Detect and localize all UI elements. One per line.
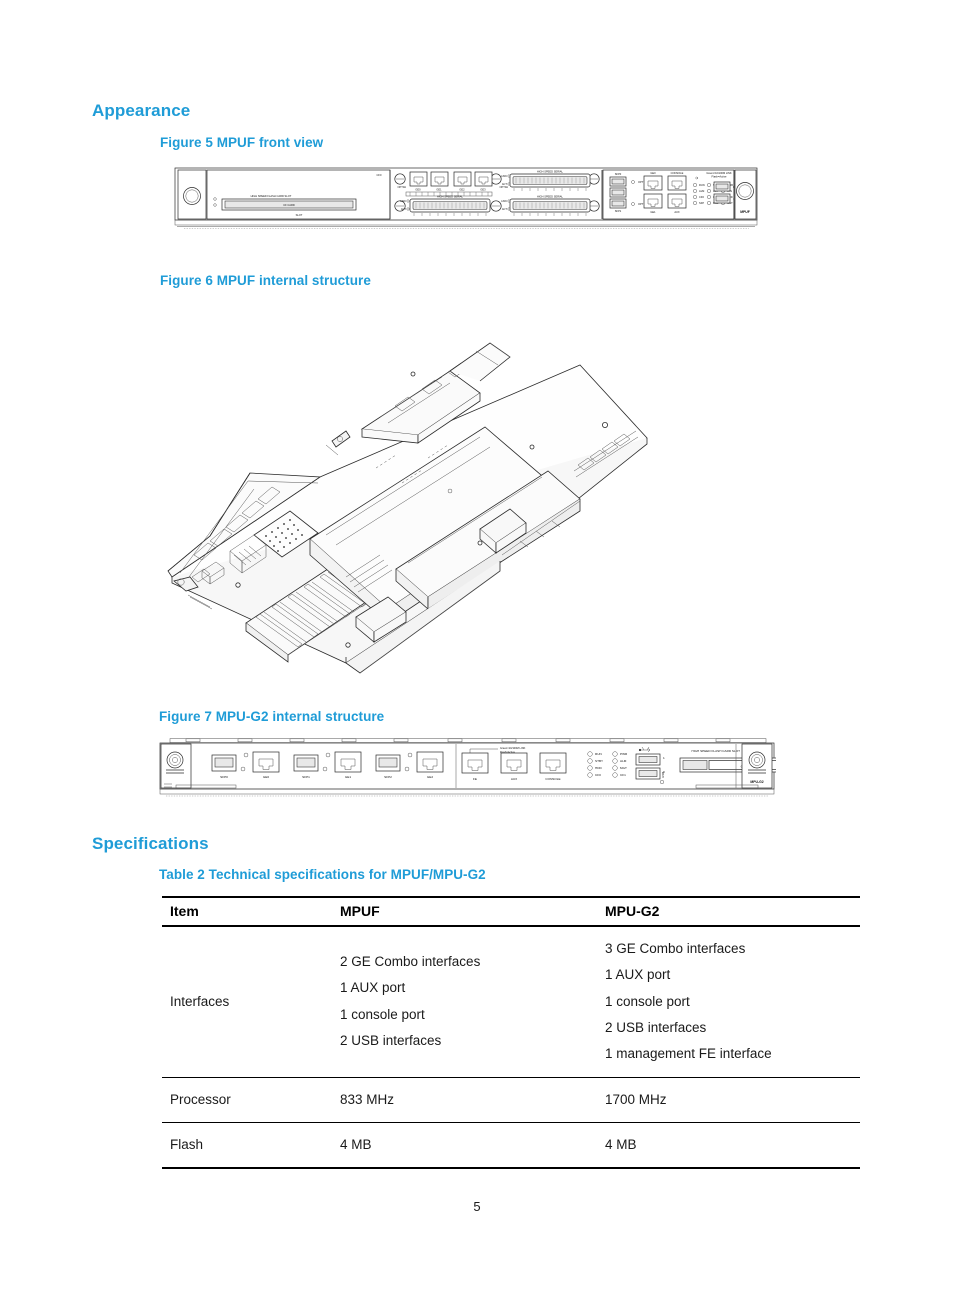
svg-text:PWR: PWR (620, 752, 628, 756)
svg-text:GE2: GE2 (459, 188, 465, 192)
column-header-mpuf: MPUF (332, 896, 597, 927)
figure-7-board-label: MPU-G2 (750, 780, 763, 784)
figure-6-caption: Figure 6 MPUF internal structure (160, 273, 371, 288)
row-label-interfaces: Interfaces (162, 926, 332, 1078)
svg-text:CF0: CF0 (699, 195, 704, 199)
svg-text:HIGH SPEED FLASH CARD SLOT: HIGH SPEED FLASH CARD SLOT (251, 194, 292, 198)
list-item: 1 console port (605, 993, 690, 1009)
svg-text:CF0: CF0 (377, 173, 382, 177)
svg-text:GE1: GE1 (436, 188, 442, 192)
svg-text:SFP1: SFP1 (615, 209, 622, 213)
svg-text:SFP0: SFP0 (615, 172, 622, 176)
mpug2-front-view-drawing: SFP0 GE0 SFP1 GE1 SFP2 GE2 Green=10/100M… (159, 738, 776, 797)
svg-text:Green=10/100M LINK: Green=10/100M LINK (500, 746, 526, 750)
svg-text:ALM: ALM (699, 189, 704, 193)
svg-text:CONSOLE: CONSOLE (671, 171, 684, 175)
svg-text:LINK: LINK (501, 199, 507, 203)
table-row: Flash 4 MB 4 MB (162, 1122, 860, 1170)
svg-text:ACT: ACT (502, 207, 508, 211)
row-label-processor: Processor (162, 1077, 332, 1123)
row-label-flash: Flash (162, 1122, 332, 1170)
table-header-row: Item MPUF MPU-G2 (162, 896, 860, 927)
svg-text:AUX: AUX (511, 777, 517, 781)
svg-text:HIGH SPEED SERIAL: HIGH SPEED SERIAL (537, 195, 564, 199)
section-heading-specifications: Specifications (92, 834, 209, 853)
list-item: 1 AUX port (605, 967, 671, 983)
svg-text:LINK: LINK (501, 174, 507, 178)
svg-text:GE0: GE0 (650, 171, 656, 175)
svg-text:SFP0: SFP0 (220, 775, 228, 779)
svg-text:ALM: ALM (620, 759, 627, 763)
table-row: Interfaces 2 GE Combo interfaces 1 AUX p… (162, 926, 860, 1078)
figure-7-caption: Figure 7 MPU-G2 internal structure (159, 709, 385, 724)
document-page: Appearance Figure 5 MPUF front view HIGH… (0, 0, 954, 1296)
column-header-item: Item (162, 896, 332, 927)
cell-mpuf-flash: 4 MB (332, 1122, 597, 1170)
column-header-mpug2: MPU-G2 (597, 896, 860, 927)
figure-5-board-label: MPUF (740, 210, 750, 214)
svg-text:ACT: ACT (401, 207, 407, 211)
svg-text:HIGH SPEED SERIAL: HIGH SPEED SERIAL (437, 195, 464, 199)
cell-mpug2-flash: 4 MB (597, 1122, 860, 1170)
technical-specifications-table: Item MPUF MPU-G2 Interfaces 2 GE Combo i… (162, 896, 860, 1170)
svg-text:ACT: ACT (502, 182, 508, 186)
svg-text:SFP: SFP (699, 201, 704, 205)
svg-text:HDD: HDD (595, 766, 602, 770)
svg-text:RUN: RUN (595, 752, 602, 756)
svg-text:GE0: GE0 (263, 775, 269, 779)
list-item: 2 USB interfaces (605, 1019, 707, 1035)
figure-7-mpug2-internal-structure: SFP0 GE0 SFP1 GE1 SFP2 GE2 Green=10/100M… (158, 738, 776, 802)
svg-text:GE1: GE1 (650, 210, 656, 214)
table-2-caption: Table 2 Technical specifications for MPU… (159, 867, 486, 882)
cell-mpuf-processor: 833 MHz (332, 1077, 597, 1123)
list-item: 1 console port (340, 1006, 425, 1022)
svg-text:CF1: CF1 (620, 773, 626, 777)
svg-text:STBY: STBY (595, 759, 603, 763)
svg-text:USB: USB (661, 772, 665, 778)
svg-text:OPT: OPT (638, 202, 644, 206)
list-item: 2 GE Combo interfaces (340, 954, 481, 970)
svg-text:HIGH SPEED SERIAL: HIGH SPEED SERIAL (537, 170, 564, 174)
page-number: 5 (473, 1199, 481, 1214)
table-row: Processor 833 MHz 1700 MHz (162, 1077, 860, 1123)
svg-text:SLOT: SLOT (296, 213, 303, 217)
list-item: 1 AUX port (340, 980, 406, 996)
svg-text:CF0: CF0 (595, 773, 601, 777)
svg-text:CONSOLE: CONSOLE (545, 777, 560, 781)
mpuf-internal-drawing (167, 342, 648, 674)
svg-text:GE1: GE1 (345, 775, 351, 779)
svg-text:HIGH SPEED FLASH CARD SLOT: HIGH SPEED FLASH CARD SLOT (692, 749, 741, 753)
mpuf-front-view-drawing: HIGH SPEED FLASH CARD SLOT CF CARD SLOT … (174, 167, 758, 229)
svg-text:GE0: GE0 (415, 188, 421, 192)
cell-mpug2-interfaces: 3 GE Combo interfaces 1 AUX port 1 conso… (597, 926, 860, 1078)
figure-6-mpuf-internal-structure (150, 305, 660, 680)
svg-text:OPT0A: OPT0A (397, 185, 406, 189)
figure-5-mpuf-front-view: HIGH SPEED FLASH CARD SLOT CF CARD SLOT … (174, 166, 758, 234)
section-heading-appearance: Appearance (92, 101, 191, 120)
list-item: 3 GE Combo interfaces (605, 941, 746, 956)
svg-text:AUX: AUX (674, 210, 680, 214)
list-item: 1 management FE interface (605, 1046, 772, 1062)
svg-text:CF CARD: CF CARD (283, 203, 295, 207)
cell-mpuf-interfaces: 2 GE Combo interfaces 1 AUX port 1 conso… (332, 926, 597, 1078)
svg-text:RUN: RUN (699, 183, 705, 187)
svg-text:MGT: MGT (620, 766, 627, 770)
svg-text:GE3: GE3 (480, 188, 486, 192)
svg-text:Flash=Active: Flash=Active (712, 175, 727, 179)
svg-text:LINK: LINK (400, 199, 406, 203)
svg-text:FE: FE (473, 777, 477, 781)
svg-text:SFP2: SFP2 (384, 775, 392, 779)
svg-text:SFP1: SFP1 (302, 775, 310, 779)
cell-mpug2-processor: 1700 MHz (597, 1077, 860, 1123)
svg-text:OPT: OPT (638, 180, 644, 184)
svg-text:1: 1 (663, 756, 665, 760)
figure-5-caption: Figure 5 MPUF front view (160, 135, 324, 150)
svg-text:Green=10/100M LINK: Green=10/100M LINK (706, 171, 732, 175)
svg-text:GE2: GE2 (427, 775, 433, 779)
list-item: 2 USB interfaces (340, 1033, 442, 1049)
